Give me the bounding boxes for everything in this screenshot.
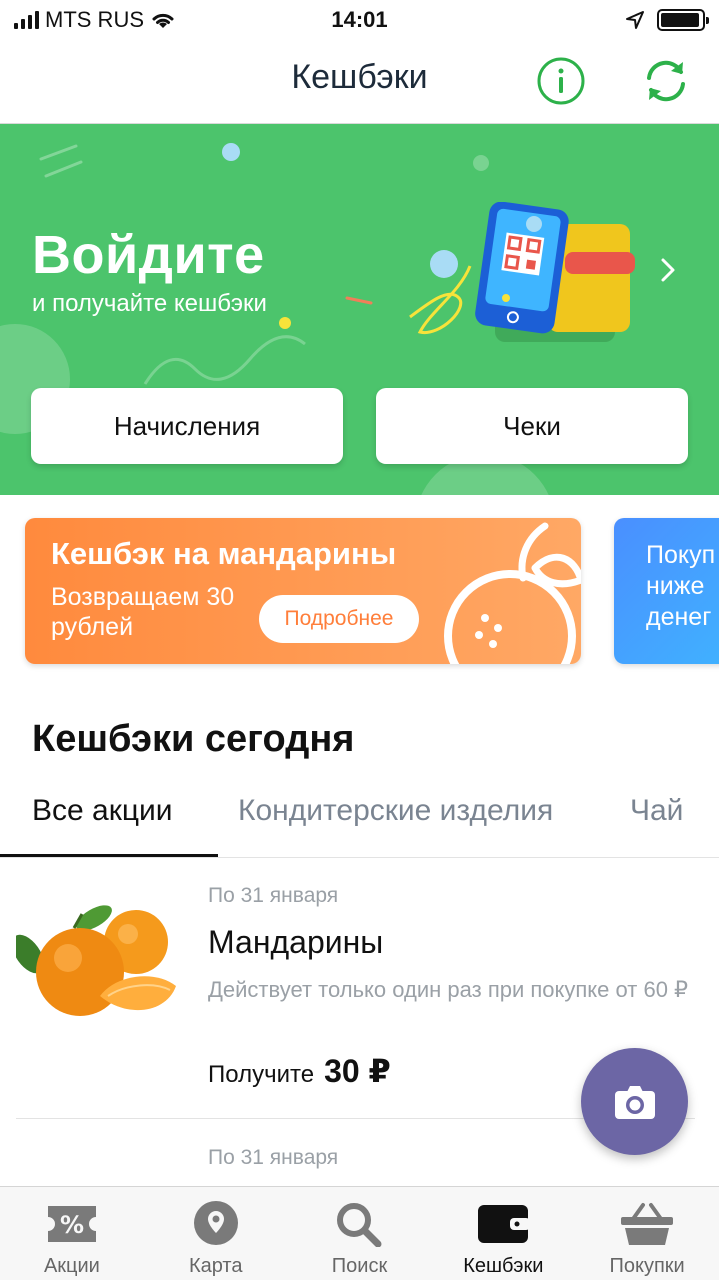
svg-text:%: % — [60, 1211, 84, 1239]
scan-receipt-button[interactable] — [581, 1048, 688, 1155]
promo-title: Кешбэк на мандарины — [51, 536, 397, 571]
phone-wallet-illustration — [409, 202, 635, 342]
decor-wave — [143, 335, 306, 385]
decor-dot — [473, 155, 489, 171]
wallet-icon — [478, 1205, 531, 1243]
tab-bar-label: Покупки — [609, 1255, 685, 1277]
location-arrow-icon — [626, 11, 644, 29]
product-name: Мандарины — [208, 924, 384, 960]
reward-label: Получите — [208, 1061, 315, 1088]
status-bar: MTS RUS 14:01 — [0, 0, 719, 40]
product-reward: Получите 30 ₽ — [208, 1052, 391, 1090]
tab-bar-item-purchases[interactable]: Покупки — [575, 1187, 719, 1280]
promo-text-line: денег — [646, 603, 712, 631]
signal-strength-icon — [14, 11, 39, 29]
carrier-name: MTS RUS — [45, 7, 144, 32]
active-tab-indicator — [0, 854, 218, 857]
search-icon — [337, 1203, 382, 1247]
product-expiry-date: По 31 января — [208, 1146, 339, 1169]
tab-bar-item-promotions[interactable]: % Акции — [0, 1187, 144, 1280]
product-description: Действует только один раз при покупке от… — [208, 977, 689, 1002]
tab-bar-label: Акции — [43, 1255, 100, 1277]
tangerines-image — [16, 905, 176, 1016]
tab-bar-label: Карта — [188, 1255, 243, 1277]
status-left: MTS RUS — [14, 7, 176, 33]
battery-icon — [657, 9, 709, 31]
promo-text: Возвращаем 30 рублей — [51, 583, 235, 641]
banner-title: Войдите — [32, 225, 265, 285]
discount-ticket-icon: % — [47, 1206, 96, 1242]
status-right — [625, 9, 709, 31]
accruals-button[interactable]: Начисления — [31, 388, 343, 464]
tangerine-outline-icon — [444, 522, 581, 664]
category-tabs: Все акции Кондитерские изделия Чай — [0, 780, 719, 858]
wifi-icon — [152, 13, 174, 28]
battery-level — [661, 13, 699, 27]
receipts-button[interactable]: Чеки — [376, 388, 688, 464]
promo-text-line: ниже — [646, 572, 705, 600]
promo-text: Покуп ниже денег — [646, 540, 715, 633]
product-expiry-date: По 31 января — [208, 884, 339, 907]
basket-icon — [621, 1203, 674, 1245]
navigation-bar: Кешбэки — [0, 40, 719, 124]
page-title: Кешбэки — [291, 58, 428, 96]
tab-tea[interactable]: Чай — [630, 794, 683, 828]
wallet-icon-wrap — [476, 1201, 531, 1247]
promo-text-line: Покуп — [646, 541, 716, 569]
camera-icon — [614, 1085, 655, 1119]
promo-carousel[interactable]: Кешбэк на мандарины Возвращаем 30 рублей… — [0, 495, 719, 685]
bottom-tab-bar: % Акции Карта Поиск Кешбэки Покупки — [0, 1186, 719, 1280]
login-banner[interactable]: Войдите и получайте кешбэки Начисления Ч… — [0, 124, 719, 495]
more-details-button[interactable]: Подробнее — [259, 595, 419, 643]
decor-dash — [345, 296, 373, 305]
discount-ticket-icon-wrap: % — [46, 1201, 98, 1247]
basket-icon-wrap — [619, 1201, 675, 1247]
map-pin-icon-wrap — [191, 1201, 241, 1247]
banner-subtitle: и получайте кешбэки — [32, 290, 267, 317]
decor-lines — [39, 144, 83, 178]
tab-confectionery[interactable]: Кондитерские изделия — [238, 794, 553, 828]
info-icon — [537, 57, 585, 105]
decor-dot — [222, 143, 240, 161]
tab-bar-item-search[interactable]: Поиск — [288, 1187, 432, 1280]
map-pin-icon — [193, 1201, 238, 1245]
info-button[interactable] — [536, 56, 586, 106]
tab-bar-item-map[interactable]: Карта — [144, 1187, 288, 1280]
tab-bar-item-cashback[interactable]: Кешбэки — [431, 1187, 575, 1280]
promo-card-next[interactable]: Покуп ниже денег — [614, 518, 719, 664]
section-title: Кешбэки сегодня — [32, 718, 355, 760]
search-icon-wrap — [335, 1201, 383, 1247]
refresh-button[interactable] — [641, 56, 691, 106]
promo-card-tangerines[interactable]: Кешбэк на мандарины Возвращаем 30 рублей… — [25, 518, 581, 664]
reward-amount: 30 ₽ — [324, 1053, 391, 1089]
tab-all-promotions[interactable]: Все акции — [32, 794, 173, 828]
tab-bar-label: Кешбэки — [463, 1255, 544, 1277]
refresh-icon — [647, 60, 685, 102]
chevron-right-icon[interactable] — [657, 256, 681, 284]
tab-bar-label: Поиск — [331, 1255, 388, 1277]
